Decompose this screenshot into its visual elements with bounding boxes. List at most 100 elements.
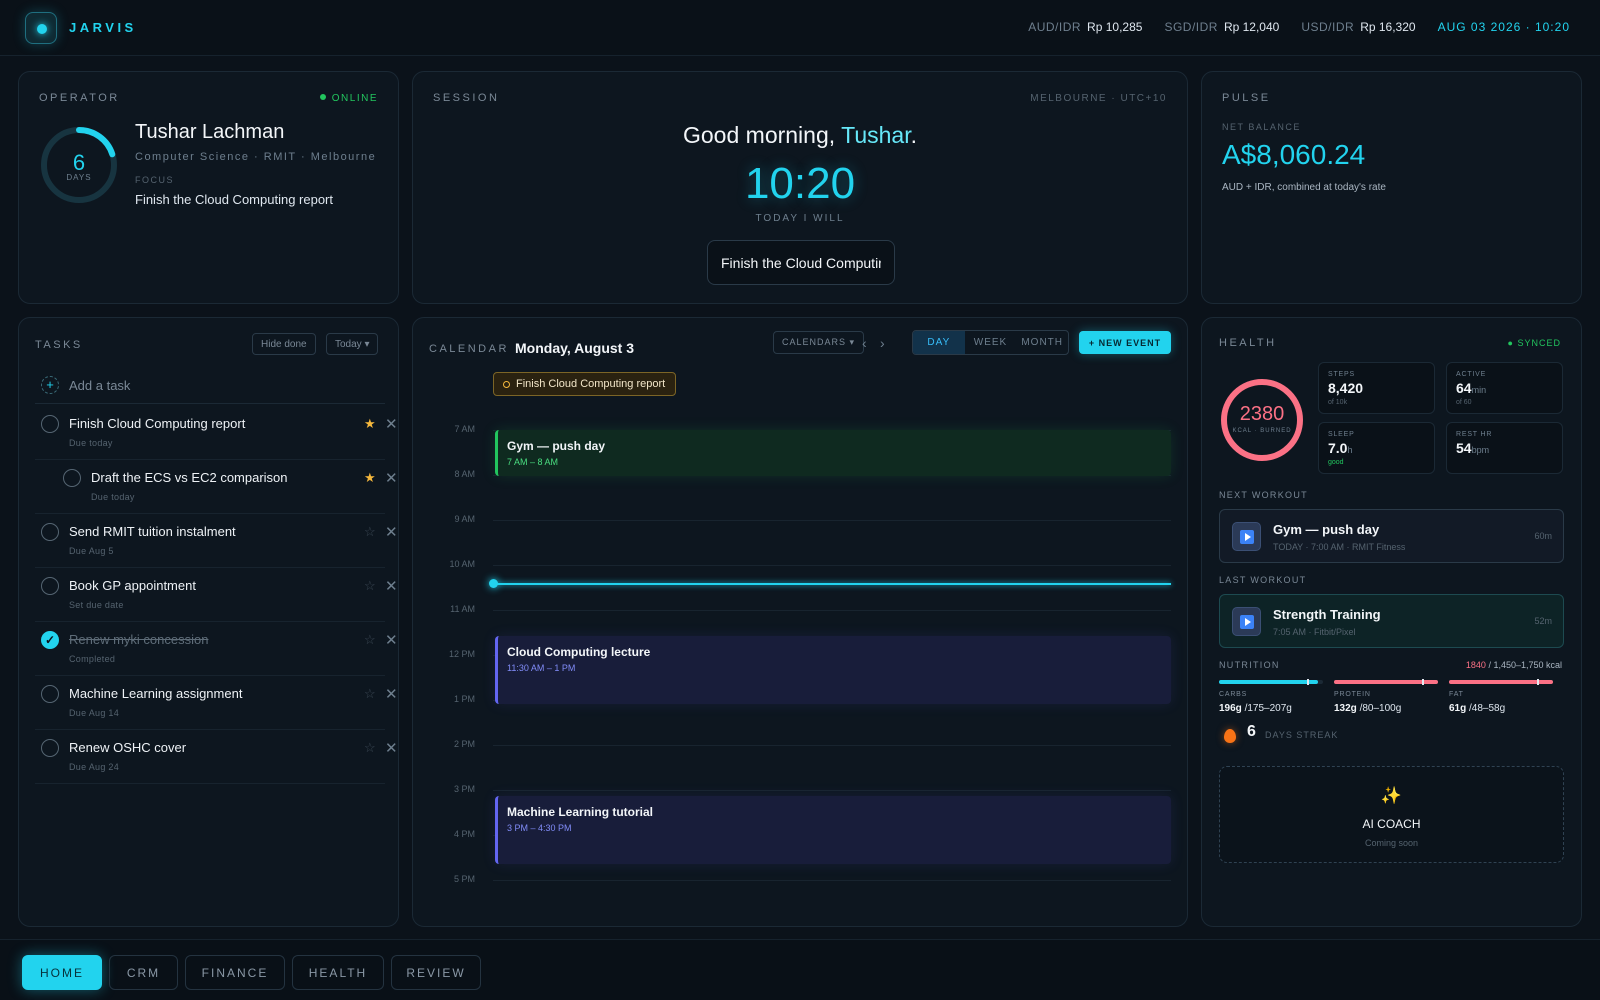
task-row[interactable]: Finish Cloud Computing report Due today ★ ✕ xyxy=(35,405,398,460)
task-filter-dropdown[interactable]: Today ▾ xyxy=(326,333,379,355)
hour-line xyxy=(493,565,1171,566)
macro-bar xyxy=(1334,679,1438,685)
task-due: Set due date xyxy=(69,600,124,610)
task-checkbox[interactable] xyxy=(41,415,59,433)
task-due: Due Aug 14 xyxy=(69,708,120,718)
task-row[interactable]: Draft the ECS vs EC2 comparison Due today… xyxy=(35,459,398,514)
macro-bar xyxy=(1449,679,1553,685)
task-row[interactable]: Renew OSHC cover Due Aug 24 ☆ ✕ xyxy=(35,729,398,784)
rate-aud-idr: AUD/IDR Rp 10,285 xyxy=(1028,20,1143,34)
star-filled-icon[interactable]: ★ xyxy=(364,470,376,486)
last-workout-card[interactable]: Strength Training 7:05 AM · Fitbit/Pixel… xyxy=(1219,594,1564,648)
calendars-dropdown[interactable]: CALENDARS ▾ xyxy=(773,331,865,354)
last-workout-label: LAST WORKOUT xyxy=(1219,575,1307,585)
event-time: 11:30 AM – 1 PM xyxy=(507,663,576,673)
star-outline-icon[interactable]: ☆ xyxy=(364,632,376,648)
calendar-panel: CALENDAR Monday, August 3 CALENDARS ▾ ‹ … xyxy=(412,317,1188,927)
task-title: Draft the ECS vs EC2 comparison xyxy=(91,470,288,485)
task-title: Renew OSHC cover xyxy=(69,740,187,755)
tab-day[interactable]: DAY xyxy=(913,331,965,354)
nav-home[interactable]: HOME xyxy=(22,955,102,990)
current-time-line xyxy=(493,583,1171,585)
hour-label: 2 PM xyxy=(453,739,475,749)
task-row[interactable]: Machine Learning assignment Due Aug 14 ☆ ✕ xyxy=(35,675,398,730)
health-panel: HEALTH ● SYNCED 2380 KCAL · BURNED STEPS… xyxy=(1201,317,1582,927)
calendar-next-button[interactable]: › xyxy=(880,335,885,351)
today-will-input[interactable] xyxy=(707,240,895,285)
hour-line xyxy=(493,610,1171,611)
task-checkbox[interactable] xyxy=(41,739,59,757)
delete-task-icon[interactable]: ✕ xyxy=(385,577,398,595)
hour-label: 7 AM xyxy=(454,424,475,434)
stat-sleep: SLEEP 7.0h good xyxy=(1318,422,1435,474)
next-workout-card[interactable]: Gym — push day TODAY · 7:00 AM · RMIT Fi… xyxy=(1219,509,1564,563)
macro-target-tick xyxy=(1537,679,1539,685)
top-bar: JARVIS AUD/IDR Rp 10,285 SGD/IDR Rp 12,040… xyxy=(0,0,1600,56)
task-row[interactable]: Book GP appointment Set due date ☆ ✕ xyxy=(35,567,398,622)
delete-task-icon[interactable]: ✕ xyxy=(385,685,398,703)
app-title: JARVIS xyxy=(69,20,137,35)
add-task-input[interactable] xyxy=(69,372,369,398)
hour-label: 9 AM xyxy=(454,514,475,524)
task-due: Completed xyxy=(69,654,116,664)
operator-name: Tushar Lachman xyxy=(135,121,285,143)
add-task-row: + xyxy=(35,364,385,404)
rate-usd-idr: USD/IDR Rp 16,320 xyxy=(1301,20,1416,34)
task-row[interactable]: Send RMIT tuition instalment Due Aug 5 ☆ ✕ xyxy=(35,513,398,568)
nav-review[interactable]: REVIEW xyxy=(391,955,481,990)
task-checkbox[interactable] xyxy=(41,523,59,541)
hour-label: 4 PM xyxy=(453,829,475,839)
event-time: 7 AM – 8 AM xyxy=(507,457,559,467)
star-outline-icon[interactable]: ☆ xyxy=(364,524,376,540)
pulse-label: PULSE xyxy=(1222,92,1271,104)
hour-line xyxy=(493,880,1171,881)
focus-text: Finish the Cloud Computing report xyxy=(135,192,333,207)
tab-week[interactable]: WEEK xyxy=(965,331,1017,354)
delete-task-icon[interactable]: ✕ xyxy=(385,469,398,487)
event-cloud-lecture[interactable]: Cloud Computing lecture 11:30 AM – 1 PM xyxy=(495,636,1171,704)
delete-task-icon[interactable]: ✕ xyxy=(385,631,398,649)
nav-crm[interactable]: CRM xyxy=(109,955,178,990)
task-title: Machine Learning assignment xyxy=(69,686,243,701)
task-title: Book GP appointment xyxy=(69,578,196,593)
greeting-name: Tushar xyxy=(841,122,911,148)
add-task-icon[interactable]: + xyxy=(41,376,59,394)
nav-health[interactable]: HEALTH xyxy=(292,955,384,990)
event-ml-tutorial[interactable]: Machine Learning tutorial 3 PM – 4:30 PM xyxy=(495,796,1171,864)
hour-line xyxy=(493,520,1171,521)
star-filled-icon[interactable]: ★ xyxy=(364,416,376,432)
task-checkbox[interactable] xyxy=(41,685,59,703)
days-label: DAYS xyxy=(66,173,92,182)
star-outline-icon[interactable]: ☆ xyxy=(364,578,376,594)
nav-finance[interactable]: FINANCE xyxy=(185,955,285,990)
macro-target-tick xyxy=(1307,679,1309,685)
delete-task-icon[interactable]: ✕ xyxy=(385,739,398,757)
star-outline-icon[interactable]: ☆ xyxy=(364,740,376,756)
synced-badge: ● SYNCED xyxy=(1507,338,1561,348)
ai-coach-card[interactable]: ✨ AI COACH Coming soon xyxy=(1219,766,1564,863)
task-due: Due Aug 5 xyxy=(69,546,114,556)
task-checkbox[interactable] xyxy=(41,577,59,595)
star-outline-icon[interactable]: ☆ xyxy=(364,686,376,702)
stat-active: ACTIVE 64min of 60 xyxy=(1446,362,1563,414)
tab-month[interactable]: MONTH xyxy=(1016,331,1068,354)
event-gym[interactable]: Gym — push day 7 AM – 8 AM xyxy=(495,430,1171,476)
hide-done-button[interactable]: Hide done xyxy=(252,333,316,355)
task-checkbox[interactable] xyxy=(63,469,81,487)
hour-label: 8 AM xyxy=(454,469,475,479)
net-balance-label: NET BALANCE xyxy=(1222,122,1301,132)
new-event-button[interactable]: + NEW EVENT xyxy=(1079,331,1171,354)
greeting-text: Good morning, xyxy=(683,122,836,148)
hour-line xyxy=(493,745,1171,746)
session-clock: 10:20 xyxy=(744,159,856,208)
macro-value: 61g /48–58g xyxy=(1449,703,1506,714)
task-row[interactable]: ✓ Renew myki concession Completed ☆ ✕ xyxy=(35,621,398,676)
task-checkbox-checked[interactable]: ✓ xyxy=(41,631,59,649)
session-panel: SESSION MELBOURNE · UTC+10 Good morning,… xyxy=(412,71,1188,304)
delete-task-icon[interactable]: ✕ xyxy=(385,523,398,541)
event-title: Gym — push day xyxy=(507,439,606,453)
current-time-dot xyxy=(489,579,498,588)
delete-task-icon[interactable]: ✕ xyxy=(385,415,398,433)
all-day-event[interactable]: Finish Cloud Computing report xyxy=(493,372,677,396)
calendar-prev-button[interactable]: ‹ xyxy=(862,335,867,351)
